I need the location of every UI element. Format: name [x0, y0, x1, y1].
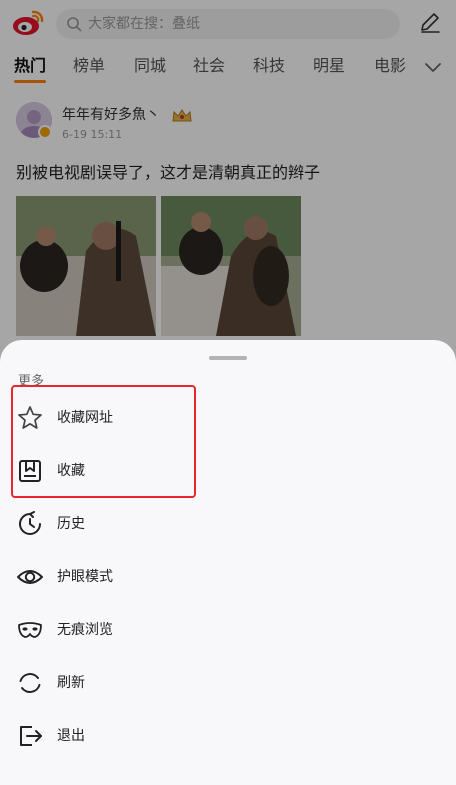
menu-item-label: 护眼模式 [57, 569, 113, 585]
menu-item-label: 退出 [57, 728, 85, 744]
menu-item-refresh[interactable]: 刷新 [0, 660, 456, 706]
exit-icon [20, 726, 42, 746]
menu-item-incognito[interactable]: 无痕浏览 [0, 607, 456, 653]
menu-item-eye-care[interactable]: 护眼模式 [0, 554, 456, 600]
highlight-box [11, 385, 196, 498]
mask-icon [18, 622, 42, 638]
history-clock-icon [19, 511, 41, 535]
eye-icon [17, 570, 43, 584]
refresh-icon [19, 673, 41, 693]
menu-item-label: 刷新 [57, 675, 85, 691]
menu-item-label: 历史 [57, 516, 85, 532]
drag-handle[interactable] [209, 356, 247, 360]
more-menu-sheet: 更多 收藏网址 收藏 历史 护眼模式 无痕浏览 刷新 退出 [0, 340, 456, 785]
menu-item-exit[interactable]: 退出 [0, 713, 456, 759]
menu-item-history[interactable]: 历史 [0, 501, 456, 547]
menu-item-label: 无痕浏览 [57, 622, 113, 638]
